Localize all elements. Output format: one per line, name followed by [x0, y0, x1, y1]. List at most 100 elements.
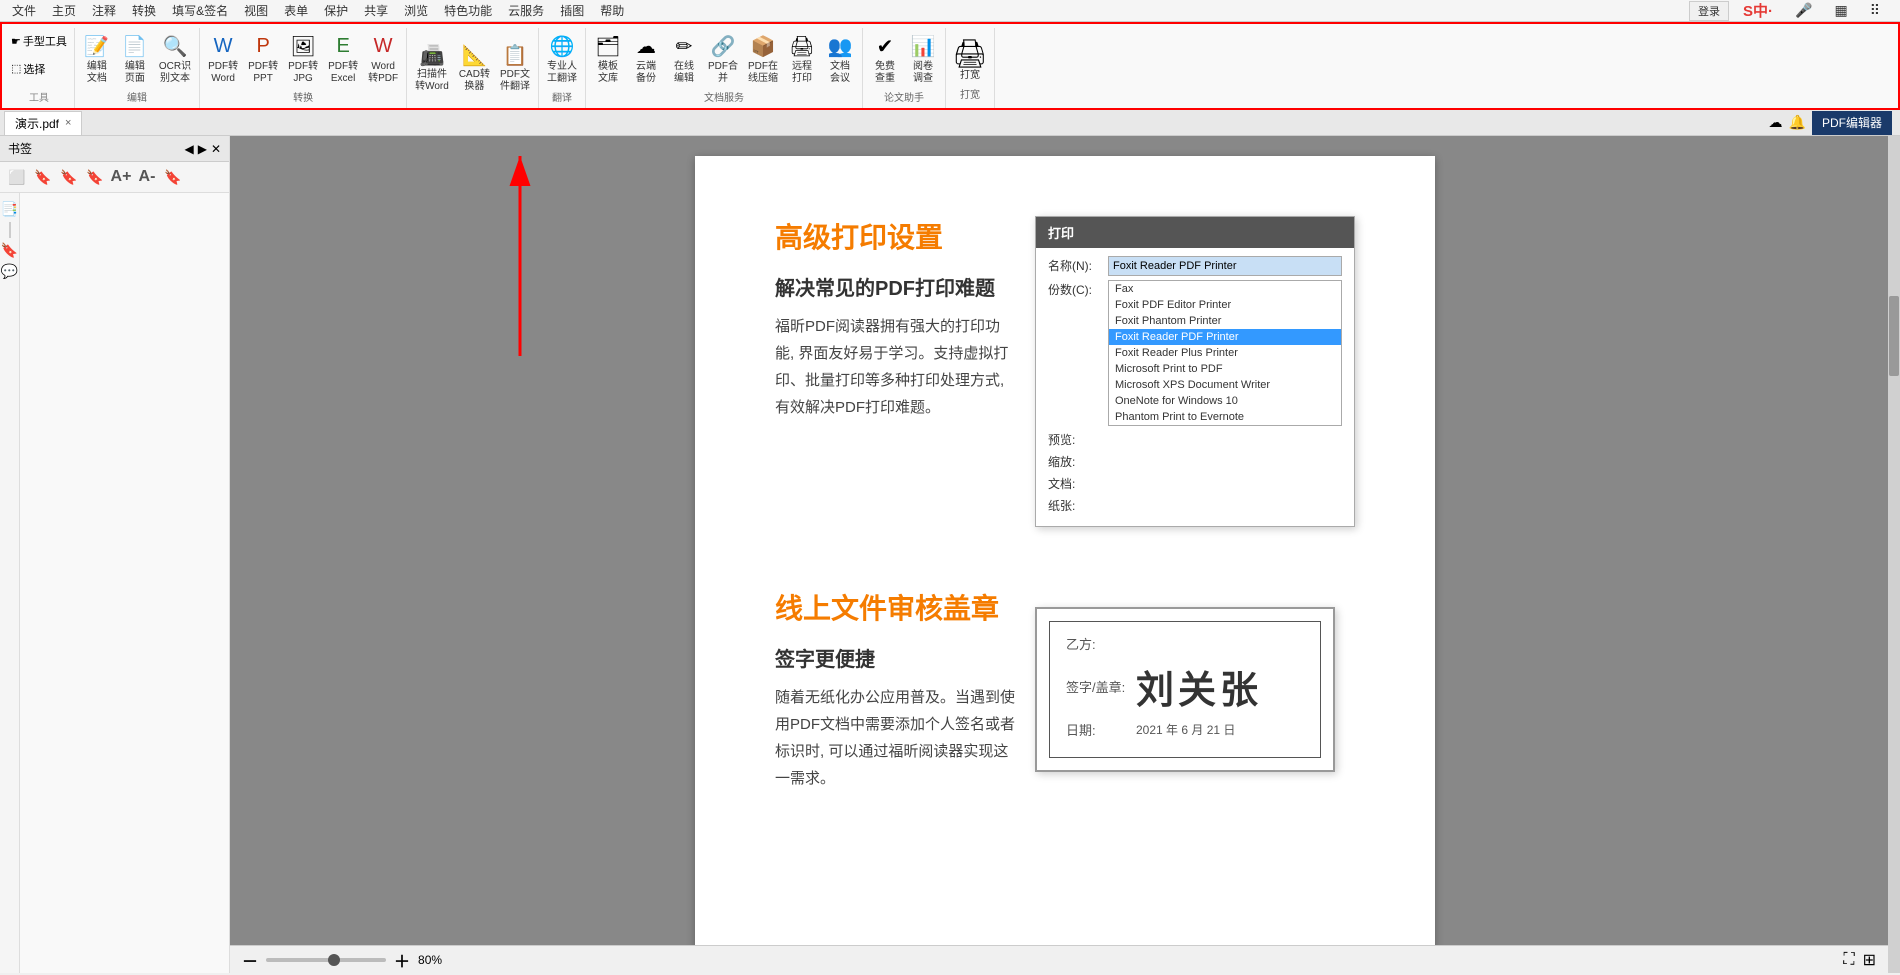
pdf-merge-button[interactable]: 🔗 PDF合 并	[704, 33, 742, 87]
notification-icon[interactable]: 🔔	[1789, 114, 1806, 131]
menu-cloud[interactable]: 云服务	[500, 0, 552, 21]
cloud-label: 云端 备份	[636, 61, 656, 85]
sidebar-tool-4[interactable]: 🔖	[84, 166, 106, 188]
printer-item-ms-pdf[interactable]: Microsoft Print to PDF	[1109, 361, 1341, 377]
fit-page-icon[interactable]: ⊞	[1863, 950, 1876, 970]
pro-translate-button[interactable]: 🌐 专业人 工翻译	[543, 33, 581, 87]
menu-plugin[interactable]: 插图	[552, 0, 592, 21]
scan-icon: 📠	[420, 43, 444, 67]
pdf-viewer[interactable]: 高级打印设置 解决常见的PDF打印难题 福昕PDF阅读器拥有强大的打印功能, 界…	[230, 136, 1900, 973]
screen-icon[interactable]: ▦	[1827, 0, 1856, 21]
merge-label: PDF合 并	[708, 61, 738, 85]
sogou-logo: S中·	[1735, 0, 1781, 23]
template-icon: 🗂	[596, 35, 620, 59]
sidebar-nav-prev[interactable]: ◀	[184, 142, 193, 156]
compress-button[interactable]: 📦 PDF在 线压缩	[744, 33, 782, 87]
printer-item-phantom[interactable]: Foxit Phantom Printer	[1109, 313, 1341, 329]
scan-file-button[interactable]: 📠 扫描件 转Word	[411, 41, 453, 95]
template-button[interactable]: 🗂 模板 文库	[590, 33, 626, 87]
hand-icon: ☛	[11, 35, 21, 48]
menu-share[interactable]: 共享	[356, 0, 396, 21]
sidebar-tool-7[interactable]: 🔖	[162, 166, 184, 188]
menu-sign[interactable]: 填写&签名	[164, 0, 236, 21]
cad-label: CAD转 换器	[459, 69, 490, 93]
menu-browse[interactable]: 浏览	[396, 0, 436, 21]
tab-close-button[interactable]: ×	[65, 117, 71, 129]
remote-print-button[interactable]: 🖨 远程 打印	[784, 33, 820, 87]
scan-label: 扫描件 转Word	[415, 69, 449, 93]
pdf-to-jpg-button[interactable]: 🖼 PDF转 JPG	[284, 33, 322, 87]
fullscreen-button[interactable]: ⛶	[1843, 951, 1854, 969]
reading-check-button[interactable]: 📊 阅卷 调查	[905, 33, 941, 87]
scholar-group: ✔ 免费 查重 📊 阅卷 调查 论文助手	[863, 28, 946, 108]
pdf-to-ppt-button[interactable]: P PDF转 PPT	[244, 33, 282, 87]
ocr-button[interactable]: 🔍 OCR识 别文本	[155, 33, 195, 87]
signin-button[interactable]: 登录	[1689, 1, 1729, 21]
menu-help[interactable]: 帮助	[592, 0, 632, 21]
scrollbar[interactable]	[1888, 136, 1900, 973]
edit-doc-button[interactable]: 📝 编辑 文档	[79, 33, 115, 87]
sidebar-panel-icon-1[interactable]: 📑	[1, 201, 18, 218]
sidebar-tool-5[interactable]: A+	[110, 166, 132, 188]
online-edit-button[interactable]: ✏ 在线 编辑	[666, 33, 702, 87]
free-check-button[interactable]: ✔ 免费 查重	[867, 33, 903, 87]
pdf-to-excel-button[interactable]: E PDF转 Excel	[324, 33, 362, 87]
pdf-editor-button[interactable]: PDF编辑器	[1812, 111, 1892, 135]
printer-name-field[interactable]: Foxit Reader PDF Printer	[1108, 256, 1342, 276]
printer-item-reader[interactable]: Foxit Reader PDF Printer	[1109, 329, 1341, 345]
menu-view[interactable]: 视图	[236, 0, 276, 21]
printer-item-editor[interactable]: Foxit PDF Editor Printer	[1109, 297, 1341, 313]
select-icon: ⬚	[11, 62, 21, 75]
sidebar-panel-icon-4[interactable]: 💬	[1, 263, 18, 280]
hand-tool-button[interactable]: ☛ 手型工具	[8, 32, 70, 50]
print-dialog: 打印 名称(N): Foxit Reader PDF Printer 份数(C)…	[1035, 216, 1355, 527]
zoom-slider-thumb[interactable]	[328, 954, 340, 966]
menu-annotation[interactable]: 注释	[84, 0, 124, 21]
scroll-thumb[interactable]	[1889, 296, 1899, 376]
zoom-in-button[interactable]: ＋	[394, 948, 410, 972]
printer-item-plus[interactable]: Foxit Reader Plus Printer	[1109, 345, 1341, 361]
template-label: 模板 文库	[598, 61, 618, 85]
print-button[interactable]: 🖨 打宽	[950, 36, 990, 84]
edit-group: 📝 编辑 文档 📄 编辑 页面 🔍 OCR识 别文本 编辑	[75, 28, 200, 108]
sidebar-close-button[interactable]: ✕	[211, 142, 221, 156]
pdf-to-word-button[interactable]: W PDF转 Word	[204, 33, 242, 87]
sidebar-tool-6[interactable]: A-	[136, 166, 158, 188]
sidebar-tool-2[interactable]: 🔖	[32, 166, 54, 188]
word-to-pdf-button[interactable]: W Word 转PDF	[364, 33, 402, 87]
menu-form[interactable]: 表单	[276, 0, 316, 21]
online-icon: ✏	[672, 35, 696, 59]
dots-icon[interactable]: ⠿	[1862, 0, 1888, 21]
printer-item-onenote[interactable]: OneNote for Windows 10	[1109, 393, 1341, 409]
cad-converter-button[interactable]: 📐 CAD转 换器	[455, 41, 494, 95]
zoom-slider-track[interactable]	[266, 958, 386, 962]
printer-item-evernote[interactable]: Phantom Print to Evernote	[1109, 409, 1341, 425]
sidebar-tool-3[interactable]: 🔖	[58, 166, 80, 188]
menu-convert[interactable]: 转换	[124, 0, 164, 21]
sidebar-nav-next[interactable]: ▶	[198, 142, 207, 156]
pdf-tab[interactable]: 演示.pdf ×	[4, 111, 82, 135]
printer-item-fax[interactable]: Fax	[1109, 281, 1341, 297]
sidebar-tool-1[interactable]: ⬜	[6, 166, 28, 188]
edit-page-icon: 📄	[123, 35, 147, 59]
printer-list[interactable]: Fax Foxit PDF Editor Printer Foxit Phant…	[1108, 280, 1342, 426]
reading-icon: 📊	[911, 35, 935, 59]
translate-icon: 🌐	[550, 35, 574, 59]
sidebar-panel-icon-2[interactable]	[9, 222, 11, 238]
menu-file[interactable]: 文件	[4, 0, 44, 21]
cloud-backup-button[interactable]: ☁ 云端 备份	[628, 33, 664, 87]
select-tool-button[interactable]: ⬚ 选择	[8, 60, 70, 78]
meeting-button[interactable]: 👥 文档 会议	[822, 33, 858, 87]
status-bar: － ＋ 80% ⛶ ⊞	[230, 945, 1888, 973]
zoom-out-button[interactable]: －	[242, 948, 258, 972]
convert-group-label: 转换	[293, 89, 313, 104]
printer-item-xps[interactable]: Microsoft XPS Document Writer	[1109, 377, 1341, 393]
pdf-file-button[interactable]: 📋 PDF文 件翻译	[496, 41, 534, 95]
pdf-editor-label: PDF编辑器	[1822, 114, 1882, 131]
mic-icon[interactable]: 🎤	[1787, 0, 1820, 21]
edit-page-button[interactable]: 📄 编辑 页面	[117, 33, 153, 87]
menu-protect[interactable]: 保护	[316, 0, 356, 21]
menu-home[interactable]: 主页	[44, 0, 84, 21]
sidebar-panel-icon-3[interactable]: 🔖	[1, 242, 18, 259]
menu-special[interactable]: 特色功能	[436, 0, 500, 21]
